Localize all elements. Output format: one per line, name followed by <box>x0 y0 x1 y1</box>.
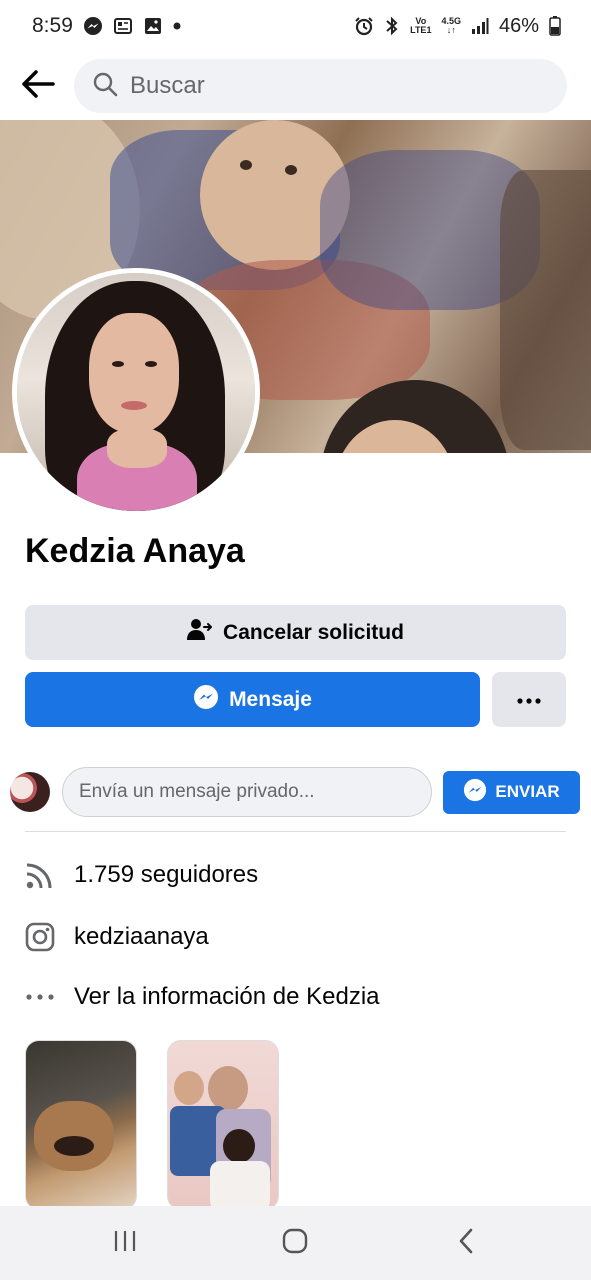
private-message-field[interactable] <box>62 767 432 817</box>
featured-photo-family[interactable] <box>167 1040 279 1210</box>
status-right: Vo LTE1 4.5G ↓↑ 46% <box>354 15 561 38</box>
home-button[interactable] <box>265 1213 325 1273</box>
send-button[interactable]: ENVIAR <box>443 770 580 814</box>
status-time: 8:59 <box>32 14 73 37</box>
message-button[interactable]: Mensaje <box>25 672 480 727</box>
instagram-handle: kedziaanaya <box>74 923 209 950</box>
private-message-row: ENVIAR <box>10 766 581 818</box>
system-back-button[interactable] <box>436 1213 496 1273</box>
search-bar[interactable] <box>74 59 567 113</box>
signal-icon <box>471 17 489 35</box>
cancel-request-button[interactable]: Cancelar solicitud <box>25 605 566 660</box>
chevron-left-icon <box>457 1227 475 1260</box>
system-nav-bar <box>0 1206 591 1280</box>
status-left: 8:59 <box>32 14 181 38</box>
messenger-icon <box>463 778 487 807</box>
profile-name: Kedzia Anaya <box>25 532 245 570</box>
see-info-label: Ver la información de Kedzia <box>74 983 380 1010</box>
private-message-input[interactable] <box>79 781 415 803</box>
recent-apps-button[interactable] <box>95 1213 155 1273</box>
rss-feed-icon <box>25 860 55 890</box>
volte-indicator: Vo LTE1 <box>410 17 431 35</box>
battery-icon <box>549 16 561 36</box>
search-input[interactable] <box>130 72 549 100</box>
battery-percent: 46% <box>498 14 539 37</box>
person-arrow-icon <box>187 618 213 648</box>
more-notifications-dot-icon <box>173 22 181 30</box>
cancel-request-label: Cancelar solicitud <box>223 620 404 644</box>
recent-apps-icon <box>112 1229 138 1258</box>
alarm-icon <box>354 16 374 36</box>
search-icon <box>92 71 118 102</box>
news-notification-icon <box>113 16 133 36</box>
data-arrows-icon: ↓↑ <box>446 25 456 35</box>
divider <box>25 831 566 832</box>
bluetooth-icon <box>384 16 400 36</box>
instagram-icon <box>25 922 55 952</box>
back-button[interactable] <box>18 66 58 106</box>
volte-bottom: LTE1 <box>410 25 432 35</box>
messenger-notification-icon <box>83 16 103 36</box>
messenger-icon <box>193 684 219 716</box>
more-options-button[interactable] <box>492 672 566 727</box>
gallery-notification-icon <box>143 16 163 36</box>
followers-label: 1.759 seguidores <box>74 861 259 888</box>
more-dots-icon <box>517 691 541 709</box>
home-icon <box>281 1227 309 1260</box>
status-bar: 8:59 Vo LTE1 4.5G ↓↑ 46% <box>0 0 591 52</box>
send-label: ENVIAR <box>495 782 560 801</box>
top-header <box>0 52 591 120</box>
profile-picture[interactable] <box>12 268 260 516</box>
avatar <box>17 273 255 511</box>
arrow-left-icon <box>21 69 55 104</box>
current-user-avatar <box>10 772 50 812</box>
message-label: Mensaje <box>229 687 312 711</box>
followers-item[interactable]: 1.759 seguidores <box>25 860 258 890</box>
see-info-item[interactable]: Ver la información de Kedzia <box>25 982 380 1012</box>
network-speed-indicator: 4.5G ↓↑ <box>441 17 461 35</box>
featured-photo-dog[interactable] <box>25 1040 137 1210</box>
dots-icon <box>25 982 55 1012</box>
instagram-item[interactable]: kedziaanaya <box>25 922 209 952</box>
